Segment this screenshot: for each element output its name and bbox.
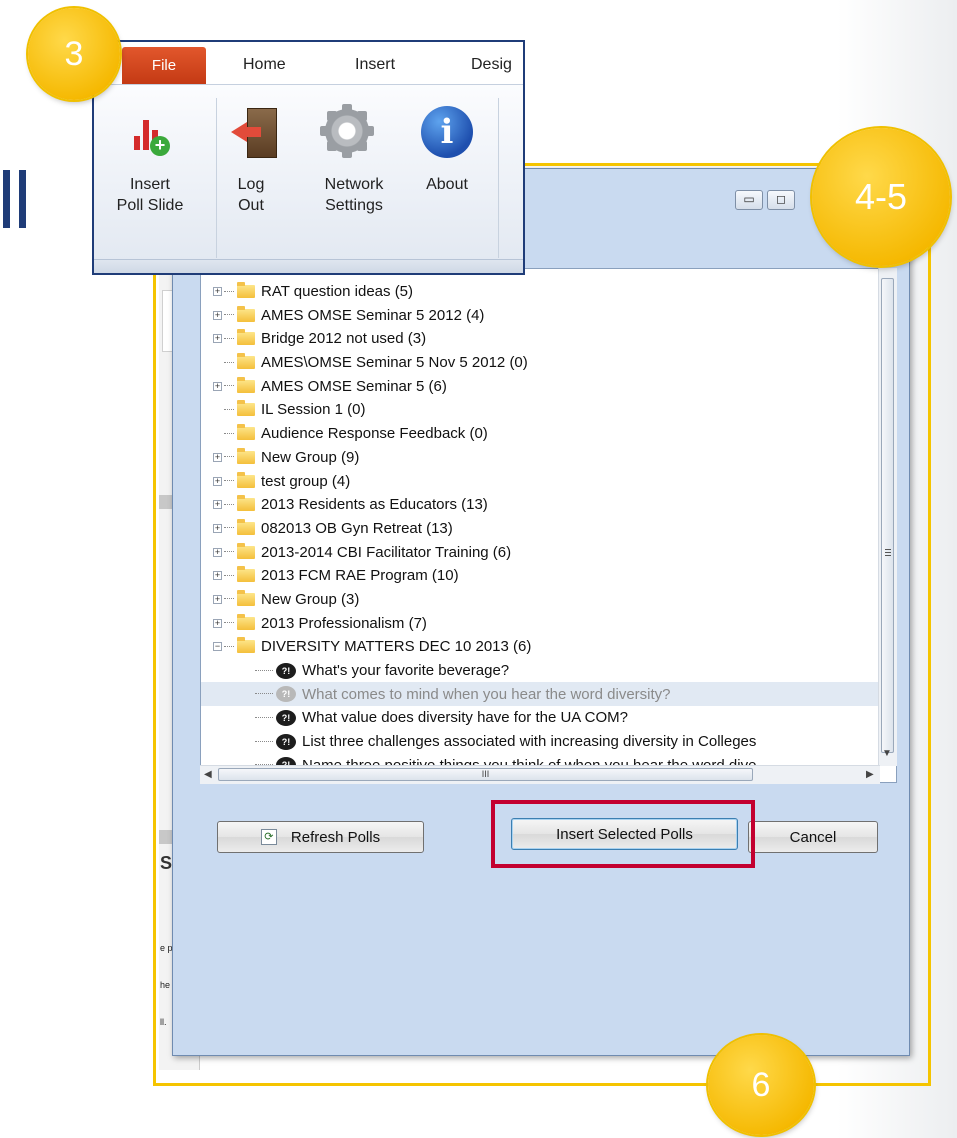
logout-label-2: Out [238,197,264,214]
logout-door-icon[interactable] [231,106,281,158]
tab-home[interactable]: Home [243,56,286,74]
insert-poll-slide-label-1: Insert [129,176,170,193]
info-icon[interactable]: i [421,106,473,158]
network-settings-label-2: Settings [325,197,383,214]
step-4-5-badge: 4-5 [812,128,950,266]
insert-poll-slide-icon[interactable]: + [126,108,174,156]
about-button[interactable]: About [412,174,482,195]
tab-file[interactable]: File [122,47,206,84]
step-3-badge: 3 [28,8,120,100]
tab-design[interactable]: Desig [471,56,512,74]
dialog-highlight-frame [153,163,931,1086]
insert-poll-slide-label-2: Poll Slide [116,197,184,214]
logout-label-1: Log [237,176,265,193]
network-settings-button[interactable]: Network Settings [305,174,403,216]
gear-icon[interactable] [320,104,374,158]
ribbon-callout: File Home Insert Desig + Insert Poll Sli… [92,40,525,275]
about-label: About [426,176,468,193]
network-settings-label-1: Network [324,176,384,193]
ribbon-tab-bar: File Home Insert Desig [94,42,523,84]
insert-poll-slide-button[interactable]: Insert Poll Slide [94,174,206,216]
ribbon-group-footer [94,259,523,273]
tab-insert[interactable]: Insert [355,56,395,74]
logout-button[interactable]: Log Out [224,174,278,216]
step-6-badge: 6 [708,1035,814,1135]
partial-slide-text [0,170,30,230]
